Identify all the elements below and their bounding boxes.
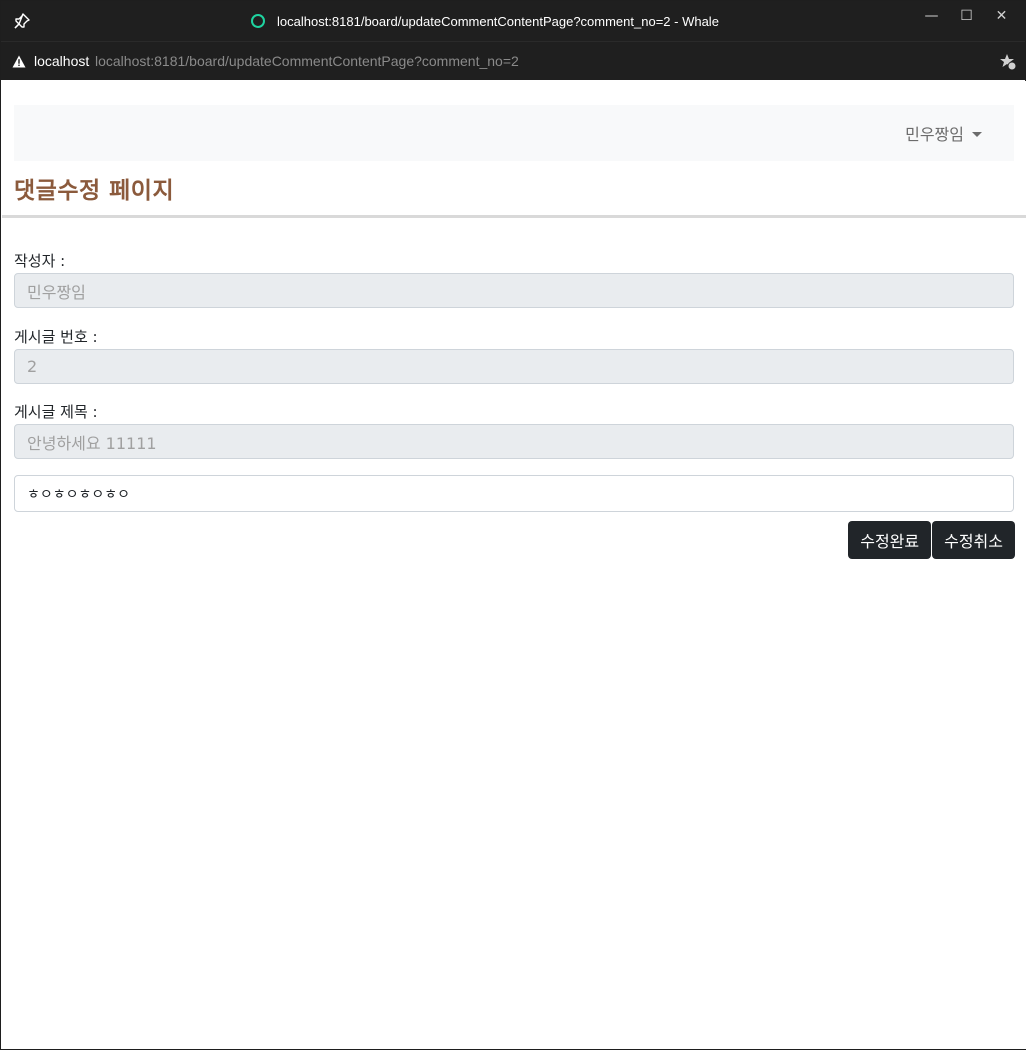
url-text[interactable]: localhost:8181/board/updateCommentConten… [95, 53, 519, 69]
page-title: 댓글수정 페이지 [14, 178, 175, 204]
caret-down-icon [972, 131, 982, 137]
window-controls: — ☐ ✕ [914, 1, 1019, 31]
pin-icon[interactable] [13, 12, 31, 30]
loading-icon [251, 14, 265, 28]
navbar: 민우짱임 [14, 105, 1014, 161]
close-button[interactable]: ✕ [984, 1, 1019, 31]
user-name: 민우짱임 [905, 125, 964, 144]
submit-button[interactable]: 수정완료 [848, 521, 932, 559]
minimize-button[interactable]: — [914, 1, 949, 31]
post-no-field: 2 [14, 349, 1014, 384]
user-dropdown[interactable]: 민우짱임 [905, 121, 982, 145]
warning-icon[interactable] [12, 55, 26, 68]
post-no-label: 게시글 번호 : [14, 328, 98, 346]
cancel-button[interactable]: 수정취소 [932, 521, 1015, 559]
page-content: 민우짱임 댓글수정 페이지 작성자 : 민우짱임 게시글 번호 : 2 게시글 … [2, 81, 1026, 1049]
browser-window: localhost:8181/board/updateCommentConten… [0, 0, 1026, 1050]
window-title: localhost:8181/board/updateCommentConten… [277, 13, 719, 29]
maximize-button[interactable]: ☐ [949, 1, 984, 31]
form-buttons: 수정완료 수정취소 [848, 521, 1015, 559]
divider [2, 215, 1026, 218]
comment-input[interactable]: ㅎㅇㅎㅇㅎㅇㅎㅇ [14, 475, 1014, 512]
writer-field: 민우짱임 [14, 273, 1014, 308]
title-bar: localhost:8181/board/updateCommentConten… [1, 1, 1025, 41]
post-title-field: 안녕하세요 11111 [14, 424, 1014, 459]
window-title-area: localhost:8181/board/updateCommentConten… [251, 1, 719, 41]
url-host: localhost [34, 53, 90, 69]
address-bar[interactable]: localhost localhost:8181/board/updateCom… [1, 41, 1025, 80]
extension-icon[interactable] [999, 53, 1017, 71]
writer-label: 작성자 : [14, 252, 66, 270]
post-title-label: 게시글 제목 : [14, 403, 98, 421]
